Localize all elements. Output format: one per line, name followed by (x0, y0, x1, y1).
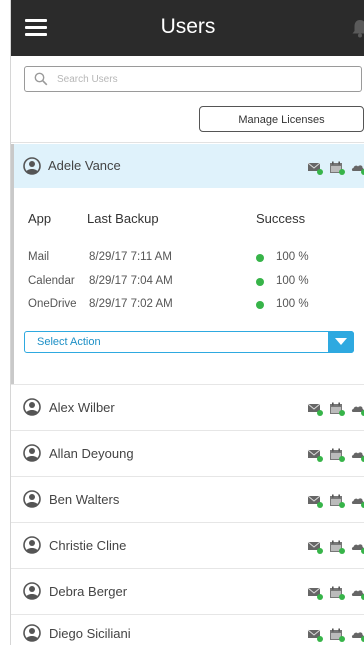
onedrive-icon (351, 544, 364, 554)
backup-app: Mail (28, 251, 50, 263)
calendar-icon (330, 586, 345, 600)
user-avatar-icon (23, 624, 41, 642)
search-icon (34, 72, 48, 86)
user-avatar-icon (23, 490, 41, 508)
user-name: Diego Siciliani (49, 626, 131, 641)
mail-icon (307, 403, 323, 416)
bell-icon[interactable] (351, 18, 364, 38)
backup-time: 8/29/17 7:02 AM (89, 298, 173, 310)
select-action-dropdown[interactable]: Select Action (24, 331, 354, 353)
page-title: Users (160, 15, 216, 38)
success-status-icon (256, 301, 264, 309)
user-avatar-icon (23, 444, 41, 462)
success-status-icon (256, 278, 264, 286)
mail-icon (307, 449, 323, 462)
user-list-item[interactable]: Alex Wilber (11, 384, 364, 431)
search-box (24, 66, 362, 92)
backup-time: 8/29/17 7:11 AM (89, 251, 172, 263)
column-success: Success (256, 211, 306, 226)
manage-licenses-button[interactable]: Manage Licenses (199, 106, 364, 132)
user-name: Alex Wilber (49, 400, 115, 415)
backup-row-onedrive: OneDrive 8/29/17 7:02 AM 100 % (14, 298, 364, 314)
search-input[interactable] (57, 67, 347, 91)
user-name: Debra Berger (49, 584, 128, 599)
backup-time: 8/29/17 7:04 AM (89, 275, 173, 287)
calendar-icon (330, 448, 345, 462)
backup-success: 100 % (276, 298, 309, 310)
calendar-icon (330, 161, 345, 175)
status-icons (307, 161, 364, 175)
user-name: Allan Deyoung (49, 446, 134, 461)
onedrive-icon (351, 165, 364, 175)
user-list-item[interactable]: Debra Berger (11, 568, 364, 615)
select-action-label: Select Action (37, 336, 101, 348)
dropdown-toggle[interactable] (328, 331, 354, 353)
backup-success: 100 % (276, 251, 309, 263)
mail-icon (307, 541, 323, 554)
onedrive-icon (351, 632, 364, 642)
mail-icon (307, 162, 323, 175)
status-icons (307, 402, 364, 416)
user-name: Christie Cline (49, 538, 127, 553)
mail-icon (307, 495, 323, 508)
mail-icon (307, 587, 323, 600)
user-avatar-icon (23, 157, 41, 175)
user-list-item[interactable]: Allan Deyoung (11, 430, 364, 477)
backup-app: OneDrive (28, 298, 77, 310)
app-header: Users (11, 0, 364, 56)
backup-row-mail: Mail 8/29/17 7:11 AM 100 % (14, 251, 364, 267)
chevron-down-icon (335, 338, 347, 345)
backup-row-calendar: Calendar 8/29/17 7:04 AM 100 % (14, 275, 364, 291)
mail-icon (307, 629, 323, 642)
user-list-item[interactable]: Ben Walters (11, 476, 364, 523)
status-icons (307, 448, 364, 462)
user-name: Ben Walters (49, 492, 120, 507)
user-avatar-icon (23, 398, 41, 416)
status-icons (307, 628, 364, 642)
calendar-icon (330, 494, 345, 508)
status-icons (307, 540, 364, 554)
users-screen: Users Manage Licenses Adele Vance (10, 0, 364, 645)
onedrive-icon (351, 406, 364, 416)
column-last-backup: Last Backup (87, 211, 159, 226)
onedrive-icon (351, 590, 364, 600)
status-icons (307, 586, 364, 600)
expanded-user-row[interactable]: Adele Vance (14, 144, 364, 188)
backup-app: Calendar (28, 275, 75, 287)
column-app: App (28, 211, 52, 226)
calendar-icon (330, 628, 345, 642)
backup-success: 100 % (276, 275, 309, 287)
status-icons (307, 494, 364, 508)
user-name: Adele Vance (48, 158, 121, 173)
calendar-icon (330, 540, 345, 554)
calendar-icon (330, 402, 345, 416)
onedrive-icon (351, 498, 364, 508)
divider (11, 142, 364, 143)
user-avatar-icon (23, 536, 41, 554)
user-list-item[interactable]: Diego Siciliani (11, 614, 364, 645)
user-avatar-icon (23, 582, 41, 600)
success-status-icon (256, 254, 264, 262)
onedrive-icon (351, 452, 364, 462)
user-list-item[interactable]: Christie Cline (11, 522, 364, 569)
expanded-user-panel: Adele Vance App Last Backup Success Mail… (11, 144, 364, 384)
